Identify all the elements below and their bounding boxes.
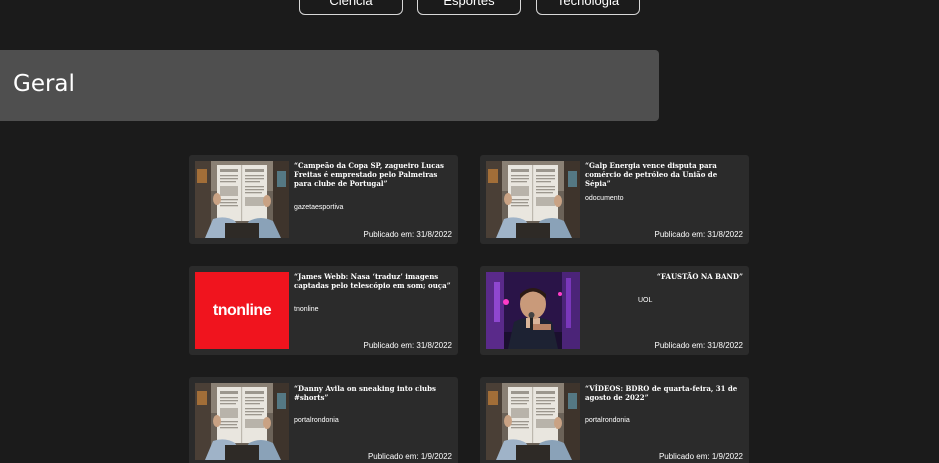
- news-source: portalrondonia: [294, 417, 339, 424]
- news-card[interactable]: “Galp Energia vence disputa para comérci…: [480, 155, 749, 244]
- category-button-esportes[interactable]: Esportes: [417, 0, 521, 15]
- news-source: tnonline: [294, 306, 319, 313]
- tnonline-logo: tnonline: [195, 272, 289, 349]
- newspaper-reader-image: [195, 161, 289, 238]
- news-card[interactable]: “FAUSTÃO NA BAND” UOL Publicado em: 31/8…: [480, 266, 749, 355]
- news-source: portalrondonia: [585, 417, 630, 424]
- news-published-date: Publicado em: 31/8/2022: [654, 230, 743, 239]
- news-published-date: Publicado em: 1/9/2022: [367, 452, 452, 461]
- news-card[interactable]: “VÍDEOS: BDRO de quarta-feira, 31 de ago…: [480, 377, 749, 463]
- tv-host-image: [486, 272, 580, 349]
- page: Ciência Esportes Tecnologia Geral “Campe…: [0, 0, 939, 463]
- news-headline: “Danny Avila on sneaking into clubs #sho…: [294, 384, 436, 402]
- section-header: Geral: [0, 50, 659, 121]
- news-headline: “Galp Energia vence disputa para comérci…: [585, 161, 718, 188]
- news-headline: “FAUSTÃO NA BAND”: [656, 272, 743, 281]
- news-headline: “VÍDEOS: BDRO de quarta-feira, 31 de ago…: [585, 384, 738, 402]
- news-published-date: Publicado em: 31/8/2022: [363, 230, 452, 239]
- news-published-date: Publicado em: 31/8/2022: [363, 341, 452, 350]
- tnonline-logo-image: tnonline: [195, 272, 289, 349]
- section-title: Geral: [13, 71, 75, 97]
- newspaper-reader-image: [195, 383, 289, 460]
- news-published-date: Publicado em: 31/8/2022: [654, 341, 743, 350]
- news-source: odocumento: [585, 195, 624, 202]
- news-published-date: Publicado em: 1/9/2022: [658, 452, 743, 461]
- news-headline: “James Webb: Nasa ‘traduz’ imagens capta…: [294, 272, 451, 290]
- news-source: gazetaesportiva: [294, 204, 344, 211]
- news-card[interactable]: “Danny Avila on sneaking into clubs #sho…: [189, 377, 458, 463]
- news-card[interactable]: tnonline “James Webb: Nasa ‘traduz’ imag…: [189, 266, 458, 355]
- news-card[interactable]: “Campeão da Copa SP, zagueiro Lucas Frei…: [189, 155, 458, 244]
- news-source: UOL: [638, 297, 653, 304]
- news-headline: “Campeão da Copa SP, zagueiro Lucas Frei…: [294, 161, 444, 188]
- category-button-tecnologia[interactable]: Tecnologia: [536, 0, 640, 15]
- newspaper-reader-image: [486, 383, 580, 460]
- category-button-ciencia[interactable]: Ciência: [299, 0, 403, 15]
- newspaper-reader-image: [486, 161, 580, 238]
